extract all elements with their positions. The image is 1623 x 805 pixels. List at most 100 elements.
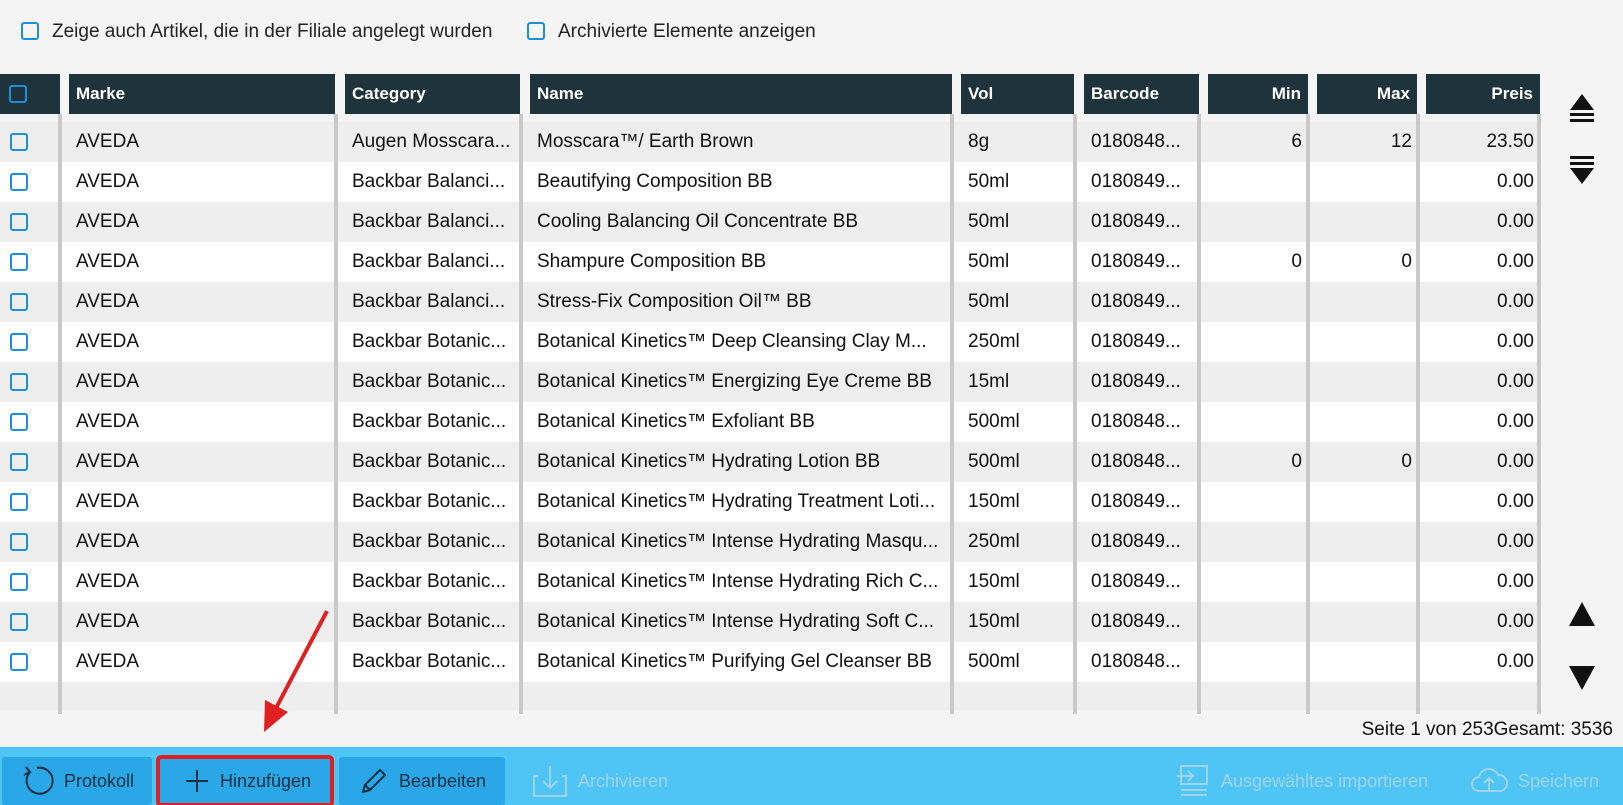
archive-button[interactable]: Archivieren (532, 757, 682, 805)
column-header-vol[interactable]: Vol (961, 74, 1074, 114)
row-checkbox[interactable] (10, 213, 28, 231)
cell-min: 0 (1291, 251, 1302, 272)
cell-brand: AVEDA (76, 211, 140, 232)
scroll-bottom-button[interactable] (1566, 154, 1598, 186)
cell-barcode: 0180849... (1091, 571, 1181, 592)
cell-min: 0 (1291, 451, 1302, 472)
row-checkbox[interactable] (10, 253, 28, 271)
column-header-price[interactable]: Preis (1426, 74, 1540, 114)
import-selected-label: Ausgewähltes importieren (1221, 770, 1429, 791)
cell-category: Backbar Botanic... (352, 611, 507, 632)
cell-vol: 150ml (968, 611, 1020, 632)
column-header-max[interactable]: Max (1317, 74, 1417, 114)
cell-barcode: 0180848... (1091, 131, 1181, 152)
cell-max (1310, 642, 1412, 682)
cell-min (1200, 522, 1302, 562)
cell-name: Botanical Kinetics™ Intense Hydrating So… (537, 611, 935, 632)
save-label: Speichern (1518, 770, 1600, 791)
cell-price: 0.00 (1497, 331, 1534, 352)
cell-price: 0.00 (1497, 571, 1534, 592)
cell-barcode: 0180849... (1091, 611, 1181, 632)
cell-name: Botanical Kinetics™ Deep Cleansing Clay … (537, 331, 927, 352)
add-label: Hinzufügen (220, 770, 312, 791)
cell-vol: 50ml (968, 211, 1010, 232)
import-selected-button[interactable]: Ausgewähltes importieren (1175, 757, 1437, 805)
column-header-name[interactable]: Name (530, 74, 952, 114)
cell-name: Botanical Kinetics™ Energizing Eye Creme… (537, 371, 932, 392)
column-header-barcode[interactable]: Barcode (1084, 74, 1199, 114)
show-archived-checkbox[interactable] (527, 22, 545, 40)
cell-category: Backbar Botanic... (352, 651, 507, 672)
cell-name: Botanical Kinetics™ Hydrating Treatment … (537, 491, 936, 512)
cell-brand: AVEDA (76, 491, 140, 512)
cell-max (1310, 202, 1412, 242)
row-checkbox[interactable] (10, 133, 28, 151)
column-separator (1073, 114, 1077, 714)
cell-category: Backbar Botanic... (352, 371, 507, 392)
cloud-upload-icon (1471, 767, 1508, 792)
undo-icon (23, 766, 54, 795)
cell-price: 0.00 (1497, 291, 1534, 312)
row-checkbox[interactable] (10, 333, 28, 351)
add-button[interactable]: Hinzufügen (156, 755, 334, 805)
edit-button[interactable]: Bearbeiten (339, 757, 505, 805)
row-checkbox[interactable] (10, 173, 28, 191)
row-checkbox[interactable] (10, 493, 28, 511)
cell-min (1200, 602, 1302, 642)
cell-category: Backbar Botanic... (352, 531, 507, 552)
cell-brand: AVEDA (76, 331, 140, 352)
row-checkbox[interactable] (10, 613, 28, 631)
cell-barcode: 0180849... (1091, 171, 1181, 192)
cell-name: Botanical Kinetics™ Intense Hydrating Ma… (537, 531, 939, 552)
cell-name: Beautifying Composition BB (537, 171, 773, 192)
cell-vol: 250ml (968, 331, 1020, 352)
row-checkbox[interactable] (10, 293, 28, 311)
select-all-header[interactable] (0, 74, 60, 114)
cell-vol: 500ml (968, 651, 1020, 672)
scroll-down-button[interactable] (1566, 662, 1598, 694)
row-checkbox[interactable] (10, 533, 28, 551)
save-button[interactable]: Speichern (1470, 757, 1620, 805)
cell-category: Augen Mosscara... (352, 131, 511, 152)
cell-barcode: 0180849... (1091, 291, 1181, 312)
protokoll-button[interactable]: Protokoll (2, 757, 152, 805)
column-header-category[interactable]: Category (345, 74, 520, 114)
row-checkbox[interactable] (10, 573, 28, 591)
cell-price: 0.00 (1497, 531, 1534, 552)
cell-price: 0.00 (1497, 411, 1534, 432)
cell-price: 0.00 (1497, 611, 1534, 632)
archive-label: Archivieren (578, 770, 669, 791)
row-checkbox[interactable] (10, 373, 28, 391)
show-branch-items-label: Zeige auch Artikel, die in der Filiale a… (52, 21, 493, 42)
show-branch-items-checkbox[interactable] (21, 22, 39, 40)
column-separator (1197, 114, 1201, 714)
cell-brand: AVEDA (76, 571, 140, 592)
column-header-brand[interactable]: Marke (69, 74, 335, 114)
column-separator (1416, 114, 1420, 714)
cell-price: 0.00 (1497, 251, 1534, 272)
cell-brand: AVEDA (76, 171, 140, 192)
scroll-up-button[interactable] (1566, 598, 1598, 630)
column-separator (519, 114, 523, 714)
cell-max (1310, 602, 1412, 642)
cell-name: Botanical Kinetics™ Intense Hydrating Ri… (537, 571, 939, 592)
cell-barcode: 0180848... (1091, 651, 1181, 672)
row-checkbox[interactable] (10, 453, 28, 471)
cell-price: 23.50 (1486, 131, 1534, 152)
plus-icon (186, 770, 208, 792)
scroll-bottom-icon (1570, 156, 1594, 184)
cell-max (1310, 482, 1412, 522)
cell-barcode: 0180849... (1091, 491, 1181, 512)
cell-price: 0.00 (1497, 651, 1534, 672)
cell-name: Stress-Fix Composition Oil™ BB (537, 291, 812, 312)
cell-min (1200, 162, 1302, 202)
scroll-top-button[interactable] (1566, 92, 1598, 124)
select-all-checkbox[interactable] (9, 85, 27, 103)
cell-max: 0 (1401, 251, 1412, 272)
cell-vol: 150ml (968, 571, 1020, 592)
cell-min (1200, 402, 1302, 442)
protokoll-label: Protokoll (64, 770, 135, 791)
column-header-min[interactable]: Min (1208, 74, 1308, 114)
row-checkbox[interactable] (10, 653, 28, 671)
row-checkbox[interactable] (10, 413, 28, 431)
